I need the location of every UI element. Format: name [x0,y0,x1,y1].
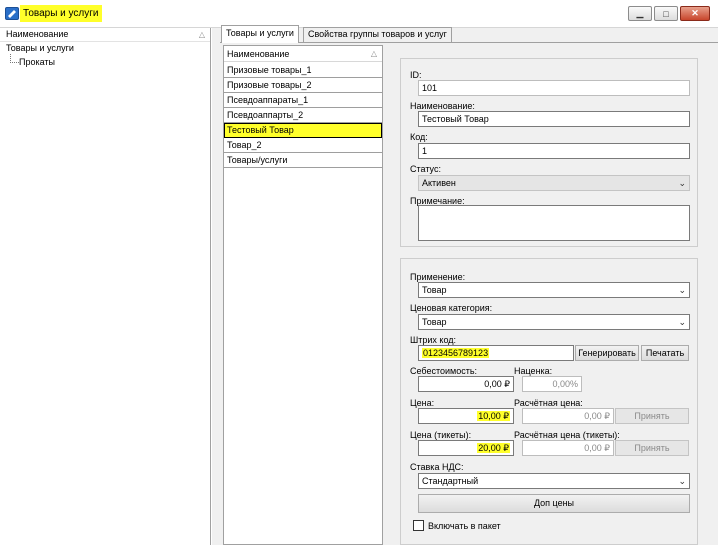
list-item-selected[interactable]: Тестовый Товар [224,123,382,138]
tree-node-rentals[interactable]: Прокаты [19,56,55,69]
application-select[interactable]: Товар ⌄ [418,282,690,298]
group-tree-panel: Наименование △ Товары и услуги Прокаты [0,28,211,545]
ticket-price-value: 20,00 ₽ [477,443,510,453]
name-field[interactable]: Тестовый Товар [418,111,690,127]
chevron-down-icon: ⌄ [678,285,686,295]
splitter[interactable] [212,28,220,545]
chevron-down-icon: ⌄ [678,317,686,327]
application-label: Применение: [410,272,466,282]
goods-list-header[interactable]: Наименование △ [224,46,382,62]
price-label: Цена: [410,398,435,408]
title-bar: Товары и услуги ▁ □ ✕ [0,0,718,28]
name-label: Наименование: [410,101,475,111]
sort-icon: △ [198,30,205,39]
generate-button[interactable]: Генерировать [575,345,639,361]
calc-price-label: Расчётная цена: [514,398,583,408]
sort-icon: △ [370,49,377,58]
calc-ticket-price-field: 0,00 ₽ [522,440,614,456]
tab-goods-and-services[interactable]: Товары и услуги [221,25,299,43]
price-category-select[interactable]: Товар ⌄ [418,314,690,330]
list-item[interactable]: Призовые товары_2 [224,78,382,93]
vat-value: Стандартный [422,476,479,486]
list-item[interactable]: Товар_2 [224,138,382,153]
tree-header-label: Наименование [6,29,69,39]
list-item[interactable]: Псевдоаппарты_2 [224,108,382,123]
price-category-value: Товар [422,317,447,327]
markup-field: 0,00% [522,376,582,392]
status-select[interactable]: Активен ⌄ [418,175,690,191]
price-field[interactable]: 10,00 ₽ [418,408,514,424]
barcode-field[interactable]: 0123456789123 [418,345,574,361]
include-in-package-checkbox[interactable] [413,520,424,531]
id-label: ID: [410,70,422,80]
window-title: Товары и услуги [20,5,102,22]
close-icon[interactable]: ✕ [680,6,710,21]
print-button[interactable]: Печатать [641,345,689,361]
extra-prices-button[interactable]: Доп цены [418,494,690,513]
list-item[interactable]: Призовые товары_1 [224,63,382,78]
list-item[interactable]: Товары/услуги [224,153,382,168]
accept-price-button[interactable]: Принять [615,408,689,424]
code-label: Код: [410,132,428,142]
status-label: Статус: [410,164,441,174]
code-field[interactable]: 1 [418,143,690,159]
markup-label: Наценка: [514,366,553,376]
barcode-label: Штрих код: [410,335,457,345]
price-value: 10,00 ₽ [477,411,510,421]
maximize-icon[interactable]: □ [654,6,678,21]
ticket-price-label: Цена (тикеты): [410,430,472,440]
note-field[interactable] [418,205,690,241]
tree-connector [10,54,19,63]
goods-list: Наименование △ Призовые товары_1 Призовы… [223,45,383,545]
barcode-value: 0123456789123 [422,348,490,358]
cost-label: Себестоимость: [410,366,478,376]
id-field: 101 [418,80,690,96]
ticket-price-field[interactable]: 20,00 ₽ [418,440,514,456]
minimize-icon[interactable]: ▁ [628,6,652,21]
calc-price-field: 0,00 ₽ [522,408,614,424]
tab-group-properties[interactable]: Свойства группы товаров и услуг [303,27,452,42]
accept-ticket-price-button[interactable]: Принять [615,440,689,456]
goods-header-label: Наименование [227,49,290,59]
tree-header[interactable]: Наименование △ [0,28,210,42]
vat-label: Ставка НДС: [410,462,464,472]
include-in-package-label: Включать в пакет [428,521,501,531]
app-icon [5,7,19,20]
chevron-down-icon: ⌄ [678,178,686,188]
vat-select[interactable]: Стандартный ⌄ [418,473,690,489]
application-value: Товар [422,285,447,295]
status-value: Активен [422,178,456,188]
price-category-label: Ценовая категория: [410,303,493,313]
list-item[interactable]: Псевдоаппараты_1 [224,93,382,108]
chevron-down-icon: ⌄ [678,476,686,486]
cost-field[interactable]: 0,00 ₽ [418,376,514,392]
calc-ticket-price-label: Расчётная цена (тикеты): [514,430,620,440]
